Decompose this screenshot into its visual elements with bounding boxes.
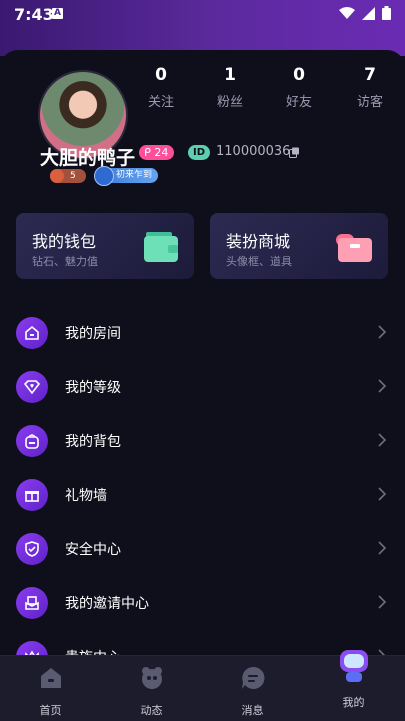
medal-icon bbox=[94, 166, 114, 186]
tab-messages[interactable]: 消息 bbox=[202, 656, 303, 721]
notification-icon: A bbox=[52, 8, 63, 19]
status-time: 7:43 bbox=[14, 5, 54, 24]
chevron-right-icon bbox=[378, 487, 387, 501]
stats-row: 0 关注 1 粉丝 0 好友 7 访客 bbox=[136, 64, 398, 114]
moments-tab-icon bbox=[141, 667, 162, 689]
menu-item-invite-center[interactable]: 我的邀请中心 bbox=[0, 576, 405, 630]
level-value: 24 bbox=[154, 146, 169, 159]
menu-label-gift-wall: 礼物墙 bbox=[65, 488, 107, 504]
menu-item-my-level[interactable]: 我的等级 bbox=[0, 360, 405, 414]
wallet-icon bbox=[144, 232, 178, 262]
store-icon bbox=[336, 234, 372, 262]
menu-item-my-room[interactable]: 我的房间 bbox=[0, 306, 405, 360]
tab-messages-label: 消息 bbox=[241, 704, 264, 717]
wallet-title: 我的钱包 bbox=[32, 232, 97, 251]
stat-visitors-count: 7 bbox=[364, 65, 376, 85]
fire-level-badge: 5 bbox=[50, 168, 86, 183]
store-subtitle: 头像框、道具 bbox=[226, 255, 292, 268]
stat-following[interactable]: 0 关注 bbox=[136, 64, 186, 110]
chevron-right-icon bbox=[378, 595, 387, 609]
store-card[interactable]: 装扮商城 头像框、道具 bbox=[210, 213, 388, 279]
menu-label-security-center: 安全中心 bbox=[65, 542, 121, 558]
stat-fans-count: 1 bbox=[224, 65, 236, 85]
bottom-tab-bar: 首页 动态 消息 我的 bbox=[0, 650, 405, 721]
tab-me-label: 我的 bbox=[342, 696, 365, 709]
fire-icon bbox=[50, 168, 64, 183]
menu-label-my-backpack: 我的背包 bbox=[65, 434, 121, 450]
wallet-subtitle: 钻石、魅力值 bbox=[32, 255, 98, 268]
fire-level-value: 5 bbox=[70, 170, 76, 181]
menu-item-my-backpack[interactable]: 我的背包 bbox=[0, 414, 405, 468]
menu-item-gift-wall[interactable]: 礼物墙 bbox=[0, 468, 405, 522]
stat-following-label: 关注 bbox=[147, 95, 174, 110]
chevron-right-icon bbox=[378, 379, 387, 393]
newbie-badge-label: 初来乍到 bbox=[116, 170, 153, 180]
tab-me[interactable]: 我的 bbox=[303, 650, 404, 721]
stat-visitors-label: 访客 bbox=[356, 95, 383, 110]
gift-icon bbox=[16, 479, 48, 511]
status-bar: 7:43 A bbox=[0, 0, 405, 56]
stat-friends-count: 0 bbox=[293, 65, 305, 85]
stat-friends-label: 好友 bbox=[285, 95, 312, 110]
tab-moments[interactable]: 动态 bbox=[101, 656, 202, 721]
copy-icon[interactable] bbox=[289, 147, 300, 158]
home-icon bbox=[16, 317, 48, 349]
home-tab-icon bbox=[40, 668, 61, 688]
level-icon: ᑭ bbox=[144, 146, 151, 159]
stat-fans[interactable]: 1 粉丝 bbox=[205, 64, 255, 110]
menu-label-my-level: 我的等级 bbox=[65, 380, 121, 396]
message-tab-icon bbox=[241, 666, 264, 689]
wallet-card[interactable]: 我的钱包 钻石、魅力值 bbox=[16, 213, 194, 279]
wifi-icon bbox=[339, 6, 355, 19]
stat-visitors[interactable]: 7 访客 bbox=[345, 64, 395, 110]
tab-home-label: 首页 bbox=[39, 704, 62, 717]
chevron-right-icon bbox=[378, 433, 387, 447]
badge-row: 5 初来乍到 bbox=[50, 166, 159, 186]
chevron-right-icon bbox=[378, 541, 387, 555]
tab-moments-label: 动态 bbox=[140, 704, 163, 717]
id-badge: ID bbox=[188, 145, 210, 160]
signal-icon bbox=[362, 6, 375, 20]
username: 大胆的鸭子 bbox=[40, 147, 136, 169]
chevron-right-icon bbox=[378, 325, 387, 339]
stat-friends[interactable]: 0 好友 bbox=[274, 64, 324, 110]
menu-label-my-room: 我的房间 bbox=[65, 326, 121, 342]
store-title: 装扮商城 bbox=[226, 232, 291, 251]
status-icons bbox=[339, 6, 391, 20]
tab-home[interactable]: 首页 bbox=[0, 656, 101, 721]
me-tab-icon bbox=[339, 650, 368, 682]
shield-icon bbox=[16, 533, 48, 565]
profile-sheet: 0 关注 1 粉丝 0 好友 7 访客 大胆的鸭子 ᑭ 24 ID 110000… bbox=[0, 50, 405, 720]
newbie-badge: 初来乍到 bbox=[94, 166, 159, 186]
stat-fans-label: 粉丝 bbox=[216, 95, 243, 110]
invite-icon bbox=[16, 587, 48, 619]
menu-item-security-center[interactable]: 安全中心 bbox=[0, 522, 405, 576]
stat-following-count: 0 bbox=[155, 65, 167, 85]
backpack-icon bbox=[16, 425, 48, 457]
diamond-heart-icon bbox=[16, 371, 48, 403]
user-id: 110000036 bbox=[216, 144, 291, 159]
menu-label-invite-center: 我的邀请中心 bbox=[65, 596, 149, 612]
level-badge: ᑭ 24 bbox=[139, 145, 175, 160]
battery-icon bbox=[382, 6, 391, 20]
